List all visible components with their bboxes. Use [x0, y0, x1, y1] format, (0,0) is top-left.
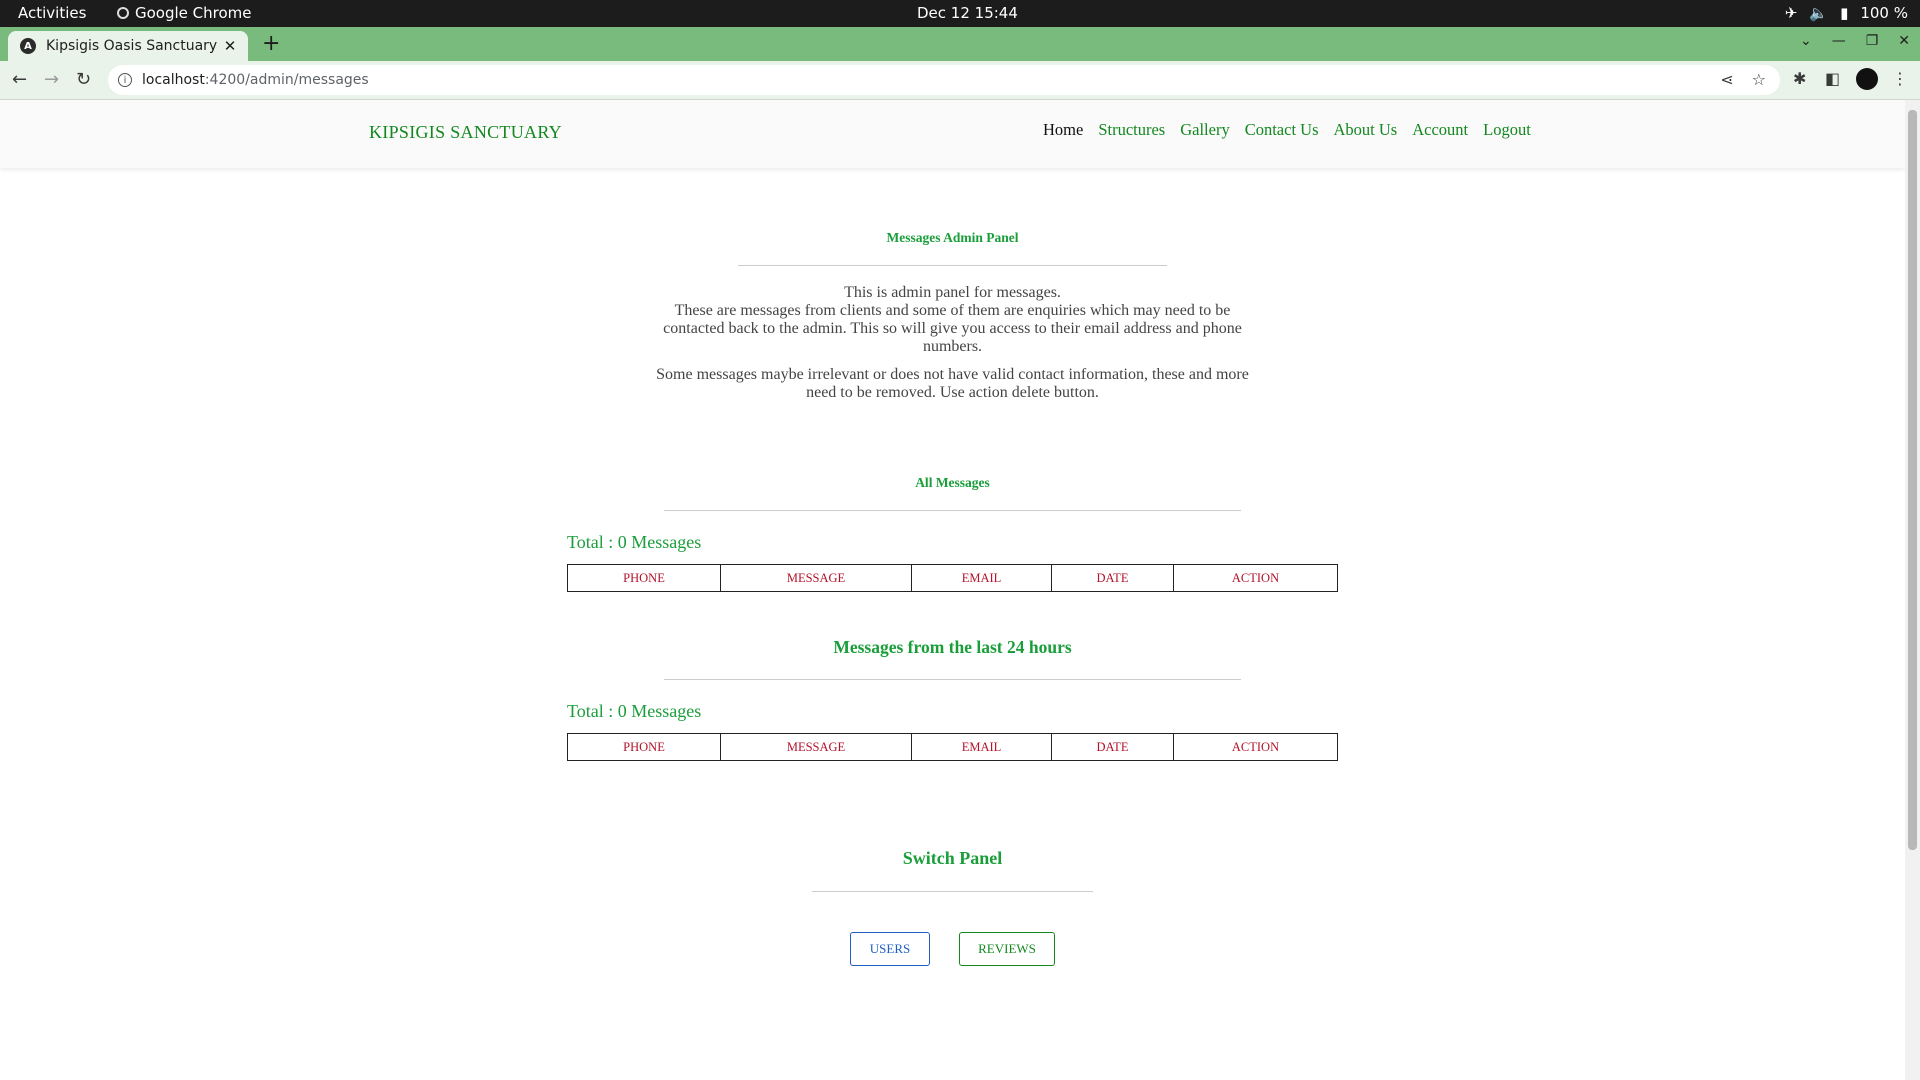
activities-button[interactable]: Activities — [18, 4, 86, 22]
nav-gallery[interactable]: Gallery — [1180, 120, 1229, 140]
volume-icon: 🔈 — [1809, 4, 1829, 22]
scrollbar-thumb[interactable] — [1908, 110, 1917, 850]
all-messages-divider — [664, 510, 1241, 511]
col-phone: PHONE — [567, 733, 721, 761]
page-scrollbar[interactable] — [1905, 100, 1920, 1080]
site-brand[interactable]: KIPSIGIS SANCTUARY — [369, 122, 562, 143]
close-icon[interactable]: ✕ — [220, 37, 240, 55]
intro-line-1: This is admin panel for messages. — [844, 284, 1061, 301]
table-header-row: PHONE MESSAGE EMAIL DATE ACTION — [567, 564, 1338, 592]
recent-messages-table: PHONE MESSAGE EMAIL DATE ACTION — [567, 733, 1338, 761]
restore-icon[interactable]: ❐ — [1866, 33, 1879, 49]
angular-favicon-icon: A — [20, 38, 36, 54]
address-bar[interactable]: i localhost :4200/admin/messages ⋖ ☆ — [108, 65, 1780, 95]
new-tab-button[interactable]: + — [262, 31, 280, 56]
side-panel-icon[interactable]: ◧ — [1825, 69, 1840, 88]
forward-arrow-icon[interactable]: → — [44, 69, 59, 90]
tab-search-icon[interactable]: ⌄ — [1800, 33, 1812, 49]
intro-paragraph-2: Some messages maybe irrelevant or does n… — [656, 366, 1249, 401]
site-nav: Home Structures Gallery Contact Us About… — [1043, 120, 1531, 140]
app-menu[interactable]: Google Chrome — [117, 4, 252, 22]
panel-divider — [738, 265, 1167, 266]
tab-strip: A Kipsigis Oasis Sanctuary ✕ — [0, 27, 1920, 61]
tab-title: Kipsigis Oasis Sanctuary — [46, 38, 218, 54]
os-top-bar: Activities Google Chrome Dec 12 15:44 ✈ … — [0, 0, 1920, 27]
minimize-icon[interactable]: — — [1832, 33, 1846, 49]
recent-messages-divider — [664, 679, 1241, 680]
info-icon[interactable]: i — [118, 73, 132, 87]
col-date: DATE — [1051, 564, 1174, 592]
page-viewport: KIPSIGIS SANCTUARY Home Structures Galle… — [0, 100, 1905, 1080]
share-icon[interactable]: ⋖ — [1720, 70, 1733, 89]
profile-avatar[interactable] — [1856, 68, 1878, 90]
nav-account[interactable]: Account — [1412, 120, 1468, 140]
system-tray[interactable]: ✈ 🔈 ▮ 100 % — [1785, 4, 1908, 22]
site-header: KIPSIGIS SANCTUARY Home Structures Galle… — [0, 100, 1905, 168]
nav-contact-us[interactable]: Contact Us — [1245, 120, 1319, 140]
url-host: localhost — [142, 72, 205, 88]
window-close-icon[interactable]: ✕ — [1898, 33, 1910, 49]
reload-icon[interactable]: ↻ — [76, 69, 91, 90]
browser-tab[interactable]: A Kipsigis Oasis Sanctuary ✕ — [8, 31, 248, 61]
nav-about-us[interactable]: About Us — [1334, 120, 1398, 140]
url-path: :4200/admin/messages — [204, 72, 369, 88]
col-email: EMAIL — [911, 564, 1052, 592]
nav-structures[interactable]: Structures — [1098, 120, 1165, 140]
col-action: ACTION — [1173, 564, 1338, 592]
col-action: ACTION — [1173, 733, 1338, 761]
extensions-puzzle-icon[interactable]: ✱ — [1793, 69, 1806, 88]
col-message: MESSAGE — [720, 564, 912, 592]
col-date: DATE — [1051, 733, 1174, 761]
nav-logout[interactable]: Logout — [1483, 120, 1531, 140]
app-name: Google Chrome — [135, 4, 252, 22]
recent-messages-total: Total : 0 Messages — [567, 701, 702, 721]
all-messages-heading: All Messages — [915, 475, 990, 490]
recent-messages-heading: Messages from the last 24 hours — [833, 637, 1072, 657]
all-messages-table: PHONE MESSAGE EMAIL DATE ACTION — [567, 564, 1338, 592]
bookmark-star-icon[interactable]: ☆ — [1752, 70, 1766, 89]
panel-title: Messages Admin Panel — [886, 230, 1019, 245]
col-phone: PHONE — [567, 564, 721, 592]
airplane-icon: ✈ — [1784, 4, 1798, 22]
col-message: MESSAGE — [720, 733, 912, 761]
panel-intro: This is admin panel for messages. These … — [650, 284, 1255, 412]
users-button[interactable]: USERS — [850, 932, 930, 966]
window-controls: ⌄ — ❐ ✕ — [1800, 33, 1910, 49]
chrome-menu-icon[interactable]: ⋮ — [1892, 69, 1908, 88]
browser-toolbar: ← → ↻ i localhost :4200/admin/messages ⋖… — [0, 61, 1920, 100]
battery-level: 100 % — [1860, 4, 1908, 22]
all-messages-total: Total : 0 Messages — [567, 532, 702, 552]
col-email: EMAIL — [911, 733, 1052, 761]
clock[interactable]: Dec 12 15:44 — [917, 4, 1018, 22]
table-header-row: PHONE MESSAGE EMAIL DATE ACTION — [567, 733, 1338, 761]
back-arrow-icon[interactable]: ← — [12, 69, 27, 90]
switch-panel-divider — [812, 891, 1093, 892]
reviews-button[interactable]: REVIEWS — [959, 932, 1055, 966]
nav-home[interactable]: Home — [1043, 120, 1083, 140]
chrome-icon — [117, 7, 129, 19]
battery-icon: ▮ — [1840, 4, 1849, 22]
switch-panel-heading: Switch Panel — [902, 848, 1003, 868]
intro-line-2: These are messages from clients and some… — [663, 302, 1242, 355]
